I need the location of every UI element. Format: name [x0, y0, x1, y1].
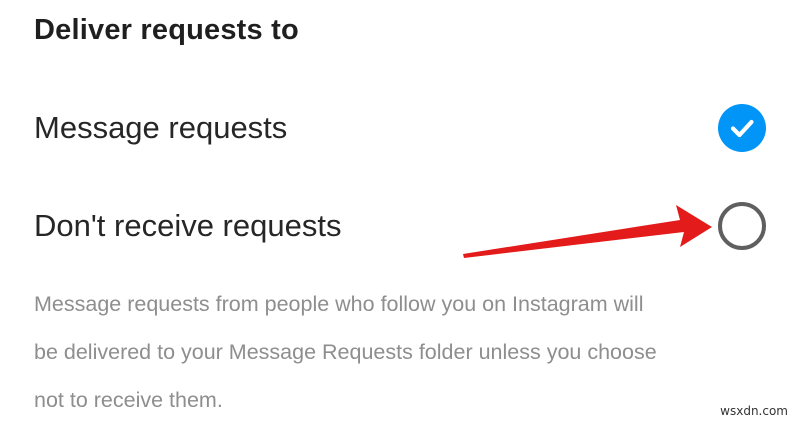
helper-text: Message requests from people who follow … — [34, 280, 774, 424]
checkmark-icon — [730, 119, 754, 138]
radio-unselected[interactable] — [718, 202, 766, 250]
watermark: wsxdn.com — [720, 404, 788, 418]
option-message-requests[interactable]: Message requests — [0, 88, 800, 168]
option-label: Don't receive requests — [34, 208, 342, 243]
option-dont-receive-requests[interactable]: Don't receive requests — [0, 186, 800, 266]
option-label: Message requests — [34, 110, 288, 145]
message-requests-settings: Deliver requests to Message requests Don… — [0, 0, 800, 424]
section-title: Deliver requests to — [34, 14, 299, 46]
radio-selected[interactable] — [718, 104, 766, 152]
helper-line: not to receive them. — [34, 388, 223, 412]
helper-line: be delivered to your Message Requests fo… — [34, 340, 657, 364]
helper-line: Message requests from people who follow … — [34, 292, 644, 316]
